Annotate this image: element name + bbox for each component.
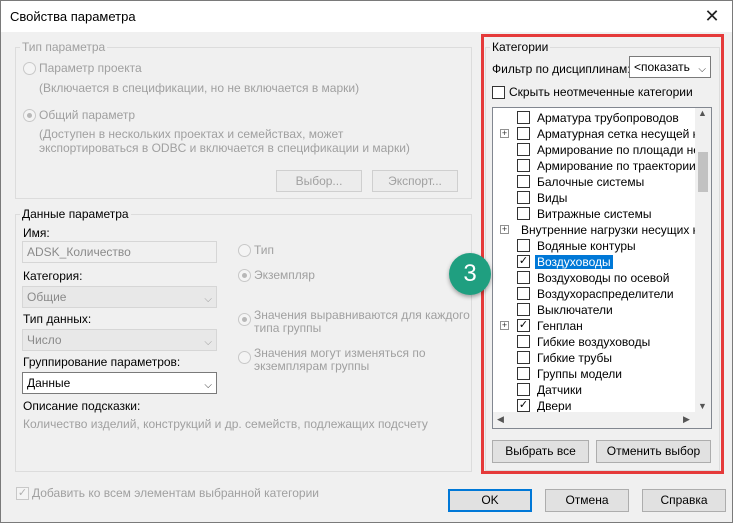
shared-param-label: Общий параметр	[39, 108, 136, 122]
chevron-down-icon: ⌵	[204, 380, 212, 391]
shared-param-radio[interactable]	[23, 109, 36, 122]
chevron-down-icon: ⌵	[204, 294, 212, 305]
chevron-down-icon: ⌵	[204, 337, 212, 348]
select-button[interactable]: Выбор...	[276, 170, 362, 192]
type-radio[interactable]	[238, 244, 251, 257]
type-radio-label: Тип	[254, 243, 275, 257]
project-param-radio[interactable]	[23, 62, 36, 75]
cancel-button[interactable]: Отмена	[545, 489, 629, 512]
window-title: Свойства параметра	[10, 9, 136, 24]
add-all-checkbox[interactable]: ✓	[16, 487, 29, 500]
vary-by-instance-label-1: Значения могут изменяться по	[254, 346, 426, 360]
instance-radio-label: Экземпляр	[254, 268, 315, 282]
category-label: Категория:	[23, 269, 83, 283]
highlight-frame	[481, 34, 724, 474]
datatype-select-value: Число	[27, 333, 62, 347]
name-field[interactable]: ADSK_Количество	[22, 241, 217, 263]
tooltip-label: Описание подсказки:	[23, 399, 141, 413]
name-label: Имя:	[23, 226, 50, 240]
project-param-label: Параметр проекта	[39, 61, 142, 75]
grouping-label: Группирование параметров:	[23, 355, 181, 369]
close-icon[interactable]: ✕	[692, 1, 732, 32]
add-all-label: Добавить ко всем элементам выбранной кат…	[32, 486, 319, 500]
shared-param-desc-1: (Доступен в нескольких проектах и семейс…	[39, 127, 344, 141]
grouping-select[interactable]: Данные ⌵	[22, 372, 217, 394]
vary-by-instance-radio[interactable]	[238, 351, 251, 364]
align-per-group-label-2: типа группы	[254, 321, 322, 335]
align-per-group-label-1: Значения выравниваются для каждого	[254, 308, 470, 322]
datatype-label: Тип данных:	[23, 312, 92, 326]
step-callout-badge: 3	[449, 253, 491, 295]
grouping-select-value: Данные	[27, 376, 71, 390]
export-button[interactable]: Экспорт...	[372, 170, 458, 192]
category-select[interactable]: Общие ⌵	[22, 286, 217, 308]
instance-radio[interactable]	[238, 269, 251, 282]
align-per-group-radio[interactable]	[238, 313, 251, 326]
shared-param-desc-2: экспортироваться в ODBC и включается в с…	[39, 141, 410, 155]
datatype-select[interactable]: Число ⌵	[22, 329, 217, 351]
ok-button[interactable]: OK	[448, 489, 532, 512]
title-bar: Свойства параметра ✕	[1, 1, 732, 32]
help-button[interactable]: Справка	[642, 489, 726, 512]
dialog-window: Свойства параметра ✕ Тип параметра Парам…	[0, 0, 733, 523]
vary-by-instance-label-2: экземплярам группы	[254, 359, 370, 373]
param-type-group-label: Тип параметра	[20, 40, 108, 54]
param-data-group-label: Данные параметра	[20, 207, 131, 221]
category-select-value: Общие	[27, 290, 67, 304]
tooltip-text[interactable]: Количество изделий, конструкций и др. се…	[23, 417, 428, 431]
project-param-desc: (Включается в спецификации, но не включа…	[39, 81, 360, 95]
